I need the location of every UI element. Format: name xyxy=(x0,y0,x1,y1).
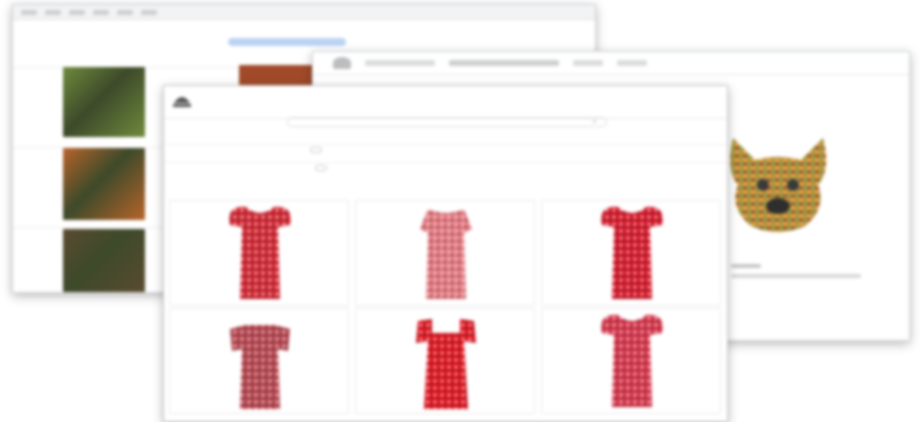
nav-item[interactable] xyxy=(573,60,603,66)
shop-window: ⌕ xyxy=(163,85,728,422)
toolbar-item[interactable] xyxy=(93,9,109,15)
product-card[interactable] xyxy=(541,200,721,306)
toolbar-item[interactable] xyxy=(45,9,61,15)
nav-item[interactable] xyxy=(617,60,647,66)
dress-image xyxy=(230,325,290,409)
filter-option-selected[interactable] xyxy=(310,147,322,153)
product-card[interactable] xyxy=(355,200,535,306)
text-line xyxy=(731,274,861,278)
filter-row xyxy=(164,162,727,180)
product-image[interactable] xyxy=(356,309,536,415)
dress-image xyxy=(416,319,476,409)
dress-image xyxy=(229,206,291,299)
painting-thumbnail[interactable] xyxy=(63,229,145,292)
product-image[interactable] xyxy=(542,309,722,415)
search-input[interactable] xyxy=(287,117,607,127)
product-image[interactable] xyxy=(170,201,350,307)
top-nav xyxy=(164,86,727,119)
toolbar-item[interactable] xyxy=(69,9,85,15)
dress-image xyxy=(601,206,663,299)
nav-item[interactable] xyxy=(449,60,559,66)
product-card[interactable] xyxy=(169,308,349,414)
bulldog-artwork[interactable] xyxy=(723,130,833,238)
product-grid xyxy=(169,200,722,421)
toolbar-item[interactable] xyxy=(117,9,133,15)
product-image[interactable] xyxy=(542,201,722,307)
search-icon[interactable]: ⌕ xyxy=(593,117,596,127)
store-logo[interactable] xyxy=(170,91,194,111)
nav-item[interactable] xyxy=(365,60,435,66)
painting-thumbnail[interactable] xyxy=(63,67,145,137)
gallery-highlight-bar xyxy=(228,38,346,46)
product-card[interactable] xyxy=(355,308,535,414)
product-image[interactable] xyxy=(170,309,350,415)
product-card[interactable] xyxy=(541,308,721,414)
filter-option-selected[interactable] xyxy=(315,165,327,171)
product-header xyxy=(313,52,909,75)
product-card[interactable] xyxy=(169,200,349,306)
text-line xyxy=(731,264,761,268)
filter-panel xyxy=(164,144,727,180)
store-logo[interactable] xyxy=(333,57,351,69)
toolbar-item[interactable] xyxy=(141,9,157,15)
filter-row xyxy=(164,144,727,162)
gallery-toolbar xyxy=(13,5,595,20)
painting-thumbnail[interactable] xyxy=(63,148,145,220)
dress-image xyxy=(601,314,663,407)
product-image[interactable] xyxy=(356,201,536,307)
toolbar-item[interactable] xyxy=(21,9,37,15)
dress-image xyxy=(420,209,472,299)
